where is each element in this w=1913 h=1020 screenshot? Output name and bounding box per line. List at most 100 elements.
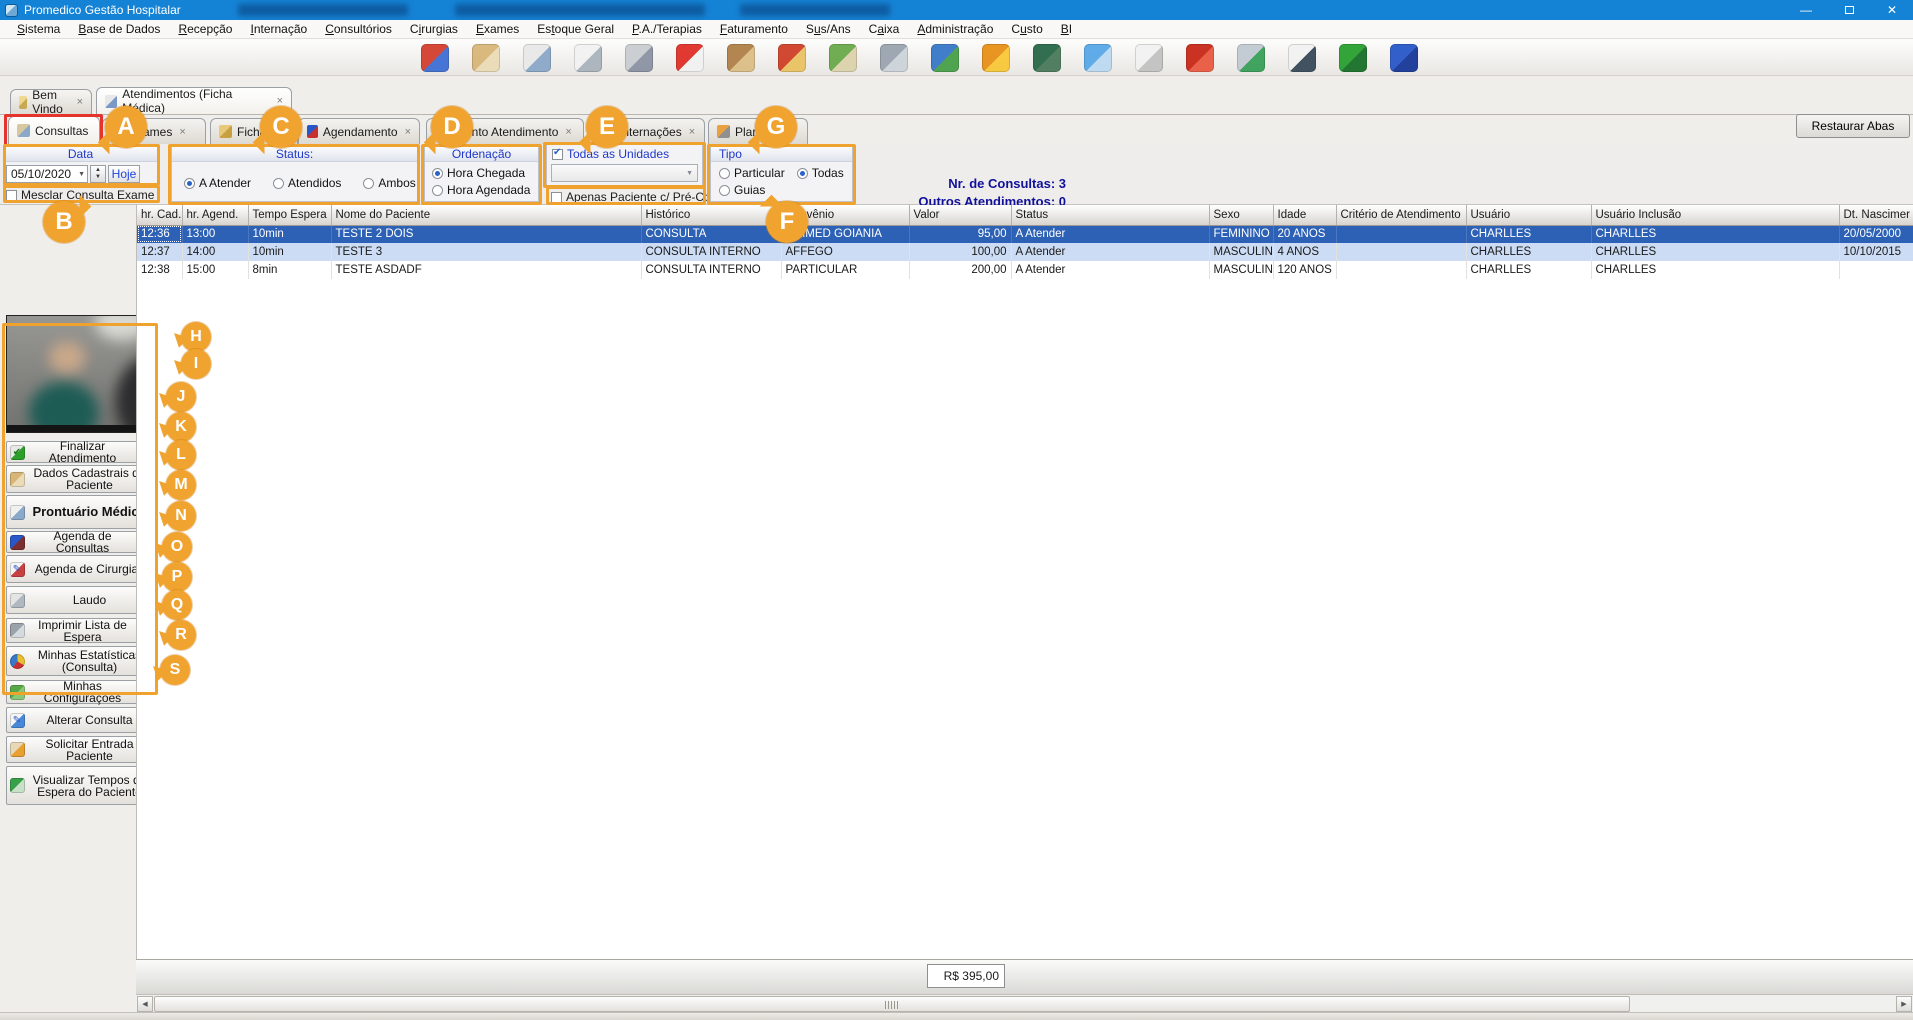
sidebar-button-solicitar-entrada-paciente[interactable]: Solicitar Entrada Paciente <box>6 736 153 763</box>
annotation-callout-d: D <box>431 106 473 148</box>
scrollbar-thumb[interactable] <box>154 996 1630 1012</box>
status-option-a-atender[interactable]: A Atender <box>184 176 251 190</box>
sidebar-button-agenda-de-cirurgias[interactable]: ✎Agenda de Cirurgias <box>6 555 153 583</box>
button-icon-holder <box>7 742 27 757</box>
doctor-icon[interactable] <box>523 44 551 72</box>
close-button[interactable]: ✕ <box>1871 0 1913 20</box>
sidebar-button-visualizar-tempos-de-espera-do-paciente[interactable]: Visualizar Tempos de Espera do Paciente <box>6 766 153 805</box>
menu-item-consult-rios[interactable]: Consultórios <box>316 22 401 36</box>
date-dropdown-icon[interactable]: ▼ <box>78 171 85 178</box>
unit-select[interactable]: ▼ <box>551 164 698 182</box>
type-option-particular[interactable]: Particular <box>719 166 785 180</box>
sidebar-button-imprimir-lista-de-espera[interactable]: Imprimir Lista de Espera▼ <box>6 618 153 643</box>
horizontal-scrollbar[interactable]: ◀ ▶ <box>136 994 1913 1012</box>
scroll-left-icon[interactable]: ◀ <box>137 996 153 1012</box>
order-option-hora-chegada[interactable]: Hora Chegada <box>432 166 538 180</box>
column-header-tempo-espera[interactable]: Tempo Espera <box>248 205 331 225</box>
finance-up-icon[interactable] <box>778 44 806 72</box>
menu-item-p-a-terapias[interactable]: P.A./Terapias <box>623 22 711 36</box>
power-icon[interactable] <box>1186 44 1214 72</box>
medical-log-green-icon[interactable] <box>1339 44 1367 72</box>
column-header-sexo[interactable]: Sexo <box>1209 205 1273 225</box>
subtab-consultas[interactable]: Consultas <box>8 116 100 144</box>
table-row[interactable]: 12:3714:0010minTESTE 3CONSULTA INTERNOAF… <box>137 243 1913 261</box>
table-row[interactable]: 12:3815:008minTESTE ASDADFCONSULTA INTER… <box>137 261 1913 279</box>
hospital-bed-icon[interactable] <box>625 44 653 72</box>
sidebar-button-laudo[interactable]: Laudo <box>6 586 153 614</box>
column-header-status[interactable]: Status <box>1011 205 1209 225</box>
column-header-usu-rio[interactable]: Usuário <box>1466 205 1591 225</box>
patient-transfer-icon[interactable] <box>421 44 449 72</box>
today-button[interactable]: Hoje <box>108 165 140 183</box>
e-billing-icon[interactable] <box>1237 44 1265 72</box>
menu-item-cirurgias[interactable]: Cirurgias <box>401 22 467 36</box>
menu-item-faturamento[interactable]: Faturamento <box>711 22 797 36</box>
chart-dollar-icon[interactable] <box>931 44 959 72</box>
menu-item-recep-o[interactable]: Recepção <box>169 22 241 36</box>
sidebar-button-minhas-estat-sticas-consulta-[interactable]: Minhas Estatísticas (Consulta) <box>6 646 153 676</box>
table-row[interactable]: 12:3613:0010minTESTE 2 DOISCONSULTAUNIME… <box>137 225 1913 243</box>
status-option-atendidos[interactable]: Atendidos <box>273 176 341 190</box>
all-units-checkbox[interactable]: Todas as Unidades <box>552 147 669 161</box>
callout-letter: C <box>272 113 289 140</box>
sign-document-icon[interactable] <box>1288 44 1316 72</box>
checkbox-label: Todas as Unidades <box>567 147 669 161</box>
column-header-crit-rio-de-atendimento[interactable]: Critério de Atendimento <box>1336 205 1466 225</box>
phone-book-icon[interactable] <box>982 44 1010 72</box>
tab-close-icon[interactable]: × <box>77 96 83 108</box>
sidebar-button-prontu-rio-m-dico[interactable]: Prontuário Médico <box>6 495 153 529</box>
scroll-right-icon[interactable]: ▶ <box>1896 996 1912 1012</box>
safe-icon[interactable] <box>880 44 908 72</box>
column-header-idade[interactable]: Idade <box>1273 205 1336 225</box>
sidebar-button-dados-cadastrais-do-paciente[interactable]: Dados Cadastrais do Paciente <box>6 465 153 493</box>
subtab-agendamento[interactable]: Agendamento× <box>298 118 420 144</box>
menu-item-sus-ans[interactable]: Sus/Ans <box>797 22 860 36</box>
menu-item-custo[interactable]: Custo <box>1002 22 1051 36</box>
column-header-valor[interactable]: Valor <box>909 205 1011 225</box>
chat-icon[interactable] <box>1084 44 1112 72</box>
tab-close-icon[interactable]: × <box>565 126 571 138</box>
tab-bem-vindo[interactable]: Bem Vindo× <box>10 89 92 114</box>
minimize-button[interactable]: — <box>1785 0 1827 20</box>
radio-label: Particular <box>734 166 785 180</box>
column-header-hist-rico[interactable]: Histórico <box>641 205 781 225</box>
type-option-todas[interactable]: Todas <box>797 166 844 180</box>
menu-item-exames[interactable]: Exames <box>467 22 528 36</box>
column-header-hr-cad-[interactable]: hr. Cad. <box>137 205 182 225</box>
column-header-usu-rio-inclus-o[interactable]: Usuário Inclusão <box>1591 205 1839 225</box>
menu-item-caixa[interactable]: Caixa <box>860 22 909 36</box>
column-header-dt-nascimer[interactable]: Dt. Nascimer <box>1839 205 1913 225</box>
tab-close-icon[interactable]: × <box>405 126 411 138</box>
report-icon[interactable] <box>1135 44 1163 72</box>
type-option-guias[interactable]: Guias <box>719 183 765 197</box>
order-option-hora-agendada[interactable]: Hora Agendada <box>432 183 538 197</box>
callout-letter: K <box>175 418 187 435</box>
ledger-book-icon[interactable] <box>1033 44 1061 72</box>
menu-item-estoque-geral[interactable]: Estoque Geral <box>528 22 623 36</box>
redacted-text <box>740 4 890 16</box>
sidebar-button-alterar-consulta[interactable]: ✎Alterar Consulta <box>6 707 153 733</box>
menu-item-sistema[interactable]: Sistema <box>8 22 69 36</box>
tab-close-icon[interactable]: × <box>689 126 695 138</box>
column-header-hr-agend-[interactable]: hr. Agend. <box>182 205 248 225</box>
status-option-ambos[interactable]: Ambos <box>363 176 415 190</box>
stock-box-icon[interactable] <box>727 44 755 72</box>
menu-item-interna-o[interactable]: Internação <box>241 22 316 36</box>
cash-icon[interactable] <box>829 44 857 72</box>
patient-records-icon[interactable] <box>472 44 500 72</box>
date-input[interactable]: 05/10/2020 ▼ <box>6 165 88 183</box>
menu-item-base-de-dados[interactable]: Base de Dados <box>69 22 169 36</box>
ambulance-icon[interactable] <box>676 44 704 72</box>
prescription-icon[interactable] <box>574 44 602 72</box>
maximize-button[interactable] <box>1828 0 1870 20</box>
sidebar-button-minhas-configura-es[interactable]: Minhas Configurações▼ <box>6 680 153 704</box>
date-spinner[interactable]: ▲▼ <box>90 165 106 183</box>
medical-log-blue-icon[interactable] <box>1390 44 1418 72</box>
sidebar-button-agenda-de-consultas[interactable]: Agenda de Consultas▼ <box>6 531 153 553</box>
tab-close-icon[interactable]: × <box>179 126 185 138</box>
menu-item-administra-o[interactable]: Administração <box>908 22 1002 36</box>
column-header-nome-do-paciente[interactable]: Nome do Paciente <box>331 205 641 225</box>
restore-tabs-button[interactable]: Restaurar Abas <box>1796 114 1910 138</box>
menu-item-bi[interactable]: BI <box>1052 22 1081 36</box>
sidebar-button-finalizar-atendimento[interactable]: ✔Finalizar Atendimento▼ <box>6 441 153 463</box>
